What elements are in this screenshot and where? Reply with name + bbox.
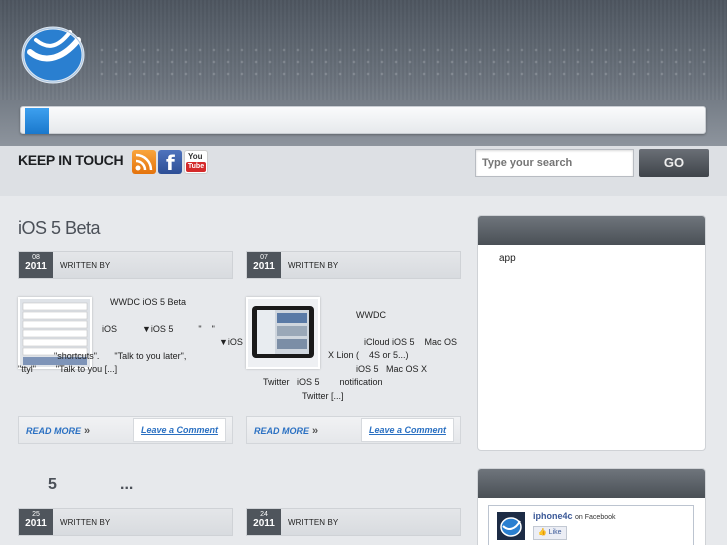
excerpt-line: iOS ▼iOS 5 " "	[102, 323, 215, 334]
sidebar-widget: app	[477, 215, 706, 451]
post-date: 08 2011	[19, 252, 53, 278]
facebook-widget: iphone4c on Facebook 👍 Like	[477, 468, 706, 545]
read-more-arrow-icon: »	[312, 425, 319, 437]
post-day: 07	[260, 254, 268, 261]
post-actions: READ MORE» Leave a Comment	[18, 416, 233, 444]
excerpt-line: iOS 5 Mac OS X	[356, 363, 428, 374]
facebook-page-avatar[interactable]	[497, 512, 525, 540]
section-title-suffix[interactable]: ...	[120, 476, 133, 494]
post-meta-bar: 07 2011 WRITTEN BY	[246, 251, 461, 279]
site-logo[interactable]	[20, 22, 86, 84]
excerpt-line: WWDC	[356, 310, 386, 320]
facebook-glyph: f	[166, 151, 175, 175]
post-date: 24 2011	[247, 509, 281, 535]
post-date: 07 2011	[247, 252, 281, 278]
excerpt-line: WWDC iOS 5 Beta	[110, 297, 187, 307]
widget-link[interactable]: app	[499, 253, 516, 264]
facebook-like-label[interactable]: Like	[549, 529, 562, 536]
post-date: 25 2011	[19, 509, 53, 535]
widget-header	[478, 216, 705, 245]
read-more-label[interactable]: READ MORE	[254, 426, 309, 436]
leave-comment-link[interactable]: Leave a Comment	[361, 418, 454, 442]
read-more-link[interactable]: READ MORE»	[254, 425, 318, 437]
excerpt-line: ▼iOS	[104, 337, 243, 347]
excerpt-line: Twitter iOS 5 notification	[263, 377, 383, 387]
search-input[interactable]	[475, 149, 634, 177]
facebook-icon[interactable]: f	[158, 150, 182, 175]
excerpt-line: X Lion ( 4S or 5...)	[328, 350, 409, 360]
leave-comment-link[interactable]: Leave a Comment	[133, 418, 226, 442]
youtube-tube: Tube	[186, 162, 206, 172]
read-more-label[interactable]: READ MORE	[26, 426, 81, 436]
excerpt-spacer	[18, 310, 218, 323]
main-navigation[interactable]	[20, 106, 706, 134]
post-day: 25	[32, 511, 40, 518]
written-by: WRITTEN BY	[288, 261, 339, 270]
excerpt-line: "ttyl" "Talk to you [...]	[18, 364, 118, 374]
facebook-like-button[interactable]: 👍 Like	[533, 526, 567, 540]
excerpt-spacer	[246, 323, 466, 336]
post-meta-bar: 08 2011 WRITTEN BY	[18, 251, 233, 279]
post-year: 2011	[25, 261, 47, 272]
post-year: 2011	[253, 518, 275, 529]
header-tagline	[95, 44, 715, 84]
section-title[interactable]: iOS 5 Beta	[18, 218, 101, 239]
excerpt-line: iCloud iOS 5 Mac OS	[364, 336, 458, 347]
written-by: WRITTEN BY	[60, 518, 111, 527]
read-more-link[interactable]: READ MORE»	[26, 425, 90, 437]
post-excerpt: WWDC iOS 5 Beta iOS ▼iOS 5 " " ▼iOS "sho…	[18, 296, 243, 377]
excerpt-line: "shortcuts". "Talk to you later",	[54, 350, 187, 361]
facebook-page-link[interactable]: iphone4c on Facebook	[533, 511, 616, 521]
excerpt-line: Twitter [...]	[302, 390, 344, 401]
post-actions: READ MORE» Leave a Comment	[246, 416, 461, 444]
post-meta-bar: 24 2011 WRITTEN BY	[246, 508, 461, 536]
post-year: 2011	[25, 518, 47, 529]
post-day: 08	[32, 254, 40, 261]
facebook-page-name[interactable]: iphone4c	[533, 511, 573, 521]
post-excerpt: WWDC iCloud iOS 5 Mac OS X Lion ( 4S or …	[246, 296, 466, 403]
rss-icon[interactable]	[132, 150, 156, 174]
thumbs-up-icon: 👍	[538, 529, 547, 536]
nav-home-tab[interactable]	[25, 108, 49, 134]
written-by: WRITTEN BY	[288, 518, 339, 527]
facebook-on-label: on Facebook	[575, 514, 616, 521]
youtube-icon[interactable]: You Tube	[184, 150, 208, 174]
facebook-like-box: iphone4c on Facebook 👍 Like	[488, 505, 694, 545]
read-more-arrow-icon: »	[84, 425, 91, 437]
search-go-button[interactable]: GO	[639, 149, 709, 177]
section-title[interactable]: 5	[48, 476, 57, 494]
youtube-you: You	[188, 152, 203, 161]
post-day: 24	[260, 511, 268, 518]
widget-header	[478, 469, 705, 498]
post-meta-bar: 25 2011 WRITTEN BY	[18, 508, 233, 536]
keep-in-touch-title: KEEP IN TOUCH	[18, 152, 124, 168]
post-year: 2011	[253, 261, 275, 272]
written-by: WRITTEN BY	[60, 261, 111, 270]
